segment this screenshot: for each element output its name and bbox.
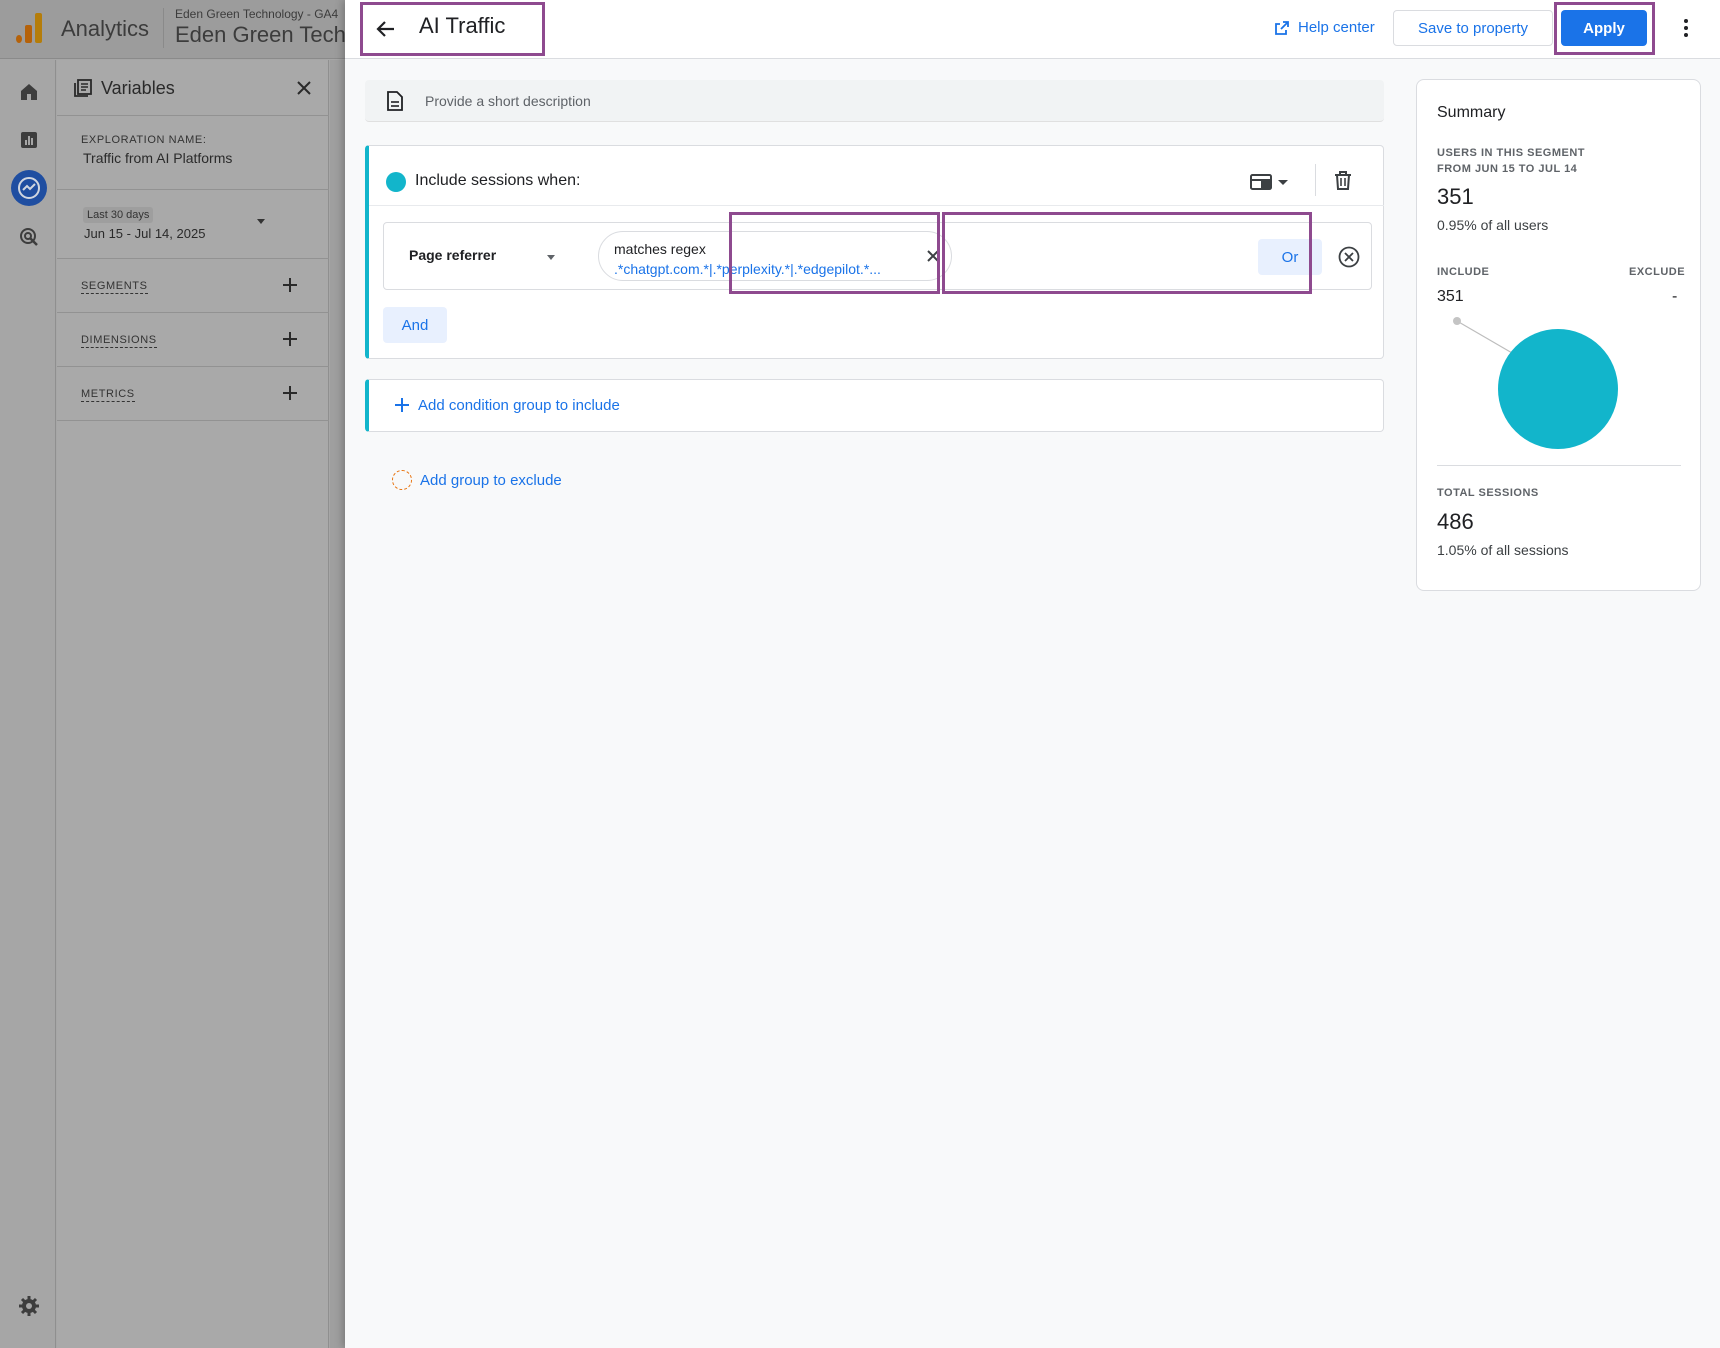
summary-title: Summary (1437, 104, 1506, 121)
add-include-group-button[interactable]: Add condition group to include (365, 379, 1384, 432)
save-to-property-button[interactable]: Save to property (1393, 10, 1553, 46)
exploration-name-section: EXPLORATION NAME: Traffic from AI Platfo… (57, 117, 329, 190)
include-value: 351 (1437, 288, 1464, 305)
segments-label: SEGMENTS (81, 280, 148, 294)
pie-callout-dot (1453, 317, 1461, 325)
help-center-label: Help center (1298, 19, 1375, 36)
dimensions-label: DIMENSIONS (81, 334, 157, 348)
caret-down-icon (547, 255, 555, 260)
users-value: 351 (1437, 184, 1474, 209)
group-header-separator (369, 205, 1384, 206)
users-label-line1: USERS IN THIS SEGMENT (1437, 147, 1586, 159)
advertising-icon[interactable] (17, 225, 41, 249)
nav-rail (0, 60, 56, 1348)
add-segment-plus-icon[interactable] (279, 274, 301, 296)
panel-header: AI Traffic Help center Save to property … (345, 0, 1720, 59)
description-field (365, 80, 1384, 122)
dimensions-section: DIMENSIONS (57, 314, 329, 367)
property-name: Eden Green Technology (175, 22, 345, 47)
add-exclude-group-label: Add group to exclude (420, 471, 562, 489)
highlight-box-dimension (729, 212, 940, 294)
dimension-select[interactable]: Page referrer (389, 227, 567, 285)
plus-icon (395, 398, 409, 412)
condition-operator: matches regex (614, 241, 706, 257)
reports-icon[interactable] (17, 128, 41, 152)
analytics-logo-icon (16, 13, 42, 43)
dimension-select-value: Page referrer (409, 247, 497, 263)
close-icon[interactable] (293, 77, 315, 99)
help-center-link[interactable]: Help center (1274, 19, 1375, 36)
metrics-section: METRICS (57, 368, 329, 421)
segment-builder-panel: AI Traffic Help center Save to property … (345, 0, 1720, 1348)
account-name: Eden Green Technology - GA4 (175, 7, 339, 21)
segments-section: SEGMENTS (57, 260, 329, 313)
variables-panel: Variables EXPLORATION NAME: Traffic from… (57, 60, 329, 1348)
metrics-label: METRICS (81, 388, 135, 402)
users-label-line2: FROM JUN 15 TO JUL 14 (1437, 163, 1578, 175)
remove-condition-icon[interactable] (1337, 245, 1361, 269)
segment-pie-chart (1453, 317, 1618, 449)
sessions-percent: 1.05% of all sessions (1437, 542, 1569, 558)
sessions-label: TOTAL SESSIONS (1437, 487, 1539, 499)
delete-trash-icon[interactable] (1331, 168, 1355, 192)
add-include-group-label: Add condition group to include (418, 397, 620, 414)
date-range-value: Jun 15 - Jul 14, 2025 (84, 226, 206, 241)
explore-icon[interactable] (11, 170, 47, 206)
description-input[interactable] (425, 91, 1325, 111)
app-name: Analytics (61, 16, 150, 41)
pie-callout-line (1456, 320, 1520, 358)
users-percent: 0.95% of all users (1437, 217, 1549, 233)
topbar-divider (163, 8, 164, 48)
add-dimension-plus-icon[interactable] (279, 328, 301, 350)
include-label: INCLUDE (1437, 266, 1490, 278)
sessions-value: 486 (1437, 509, 1474, 534)
group-toolbar-divider (1315, 164, 1316, 196)
exploration-name-value[interactable]: Traffic from AI Platforms (83, 150, 232, 166)
add-metric-plus-icon[interactable] (279, 382, 301, 404)
include-sessions-label: Include sessions when: (415, 172, 581, 189)
external-link-icon (1275, 20, 1289, 35)
date-preset-chip: Last 30 days (83, 207, 154, 223)
exclude-dashed-circle-icon (392, 470, 412, 490)
scope-selector-icon[interactable] (1249, 170, 1293, 194)
highlight-box-apply (1554, 2, 1655, 55)
settings-gear-icon[interactable] (17, 1294, 41, 1318)
document-icon (387, 91, 403, 111)
add-exclude-group-button[interactable]: Add group to exclude (392, 470, 562, 490)
summary-card: Summary USERS IN THIS SEGMENT FROM JUN 1… (1416, 79, 1701, 591)
highlight-box-condition (942, 212, 1312, 294)
exclude-label: EXCLUDE (1629, 266, 1686, 278)
pie-slice-include (1498, 329, 1618, 449)
home-icon[interactable] (17, 80, 41, 104)
date-range-section[interactable]: Last 30 days Jun 15 - Jul 14, 2025 (57, 191, 329, 259)
variables-icon (74, 79, 92, 97)
summary-separator (1437, 465, 1681, 466)
chevron-down-icon (257, 219, 265, 224)
exploration-name-label: EXPLORATION NAME: (81, 134, 207, 146)
exclude-value: - (1672, 288, 1678, 305)
more-vert-icon[interactable] (1674, 16, 1698, 40)
variables-header: Variables (57, 60, 329, 116)
and-button[interactable]: And (383, 307, 447, 343)
segment-color-dot (386, 172, 406, 192)
variables-title: Variables (101, 78, 175, 98)
highlight-box-title (360, 2, 545, 56)
